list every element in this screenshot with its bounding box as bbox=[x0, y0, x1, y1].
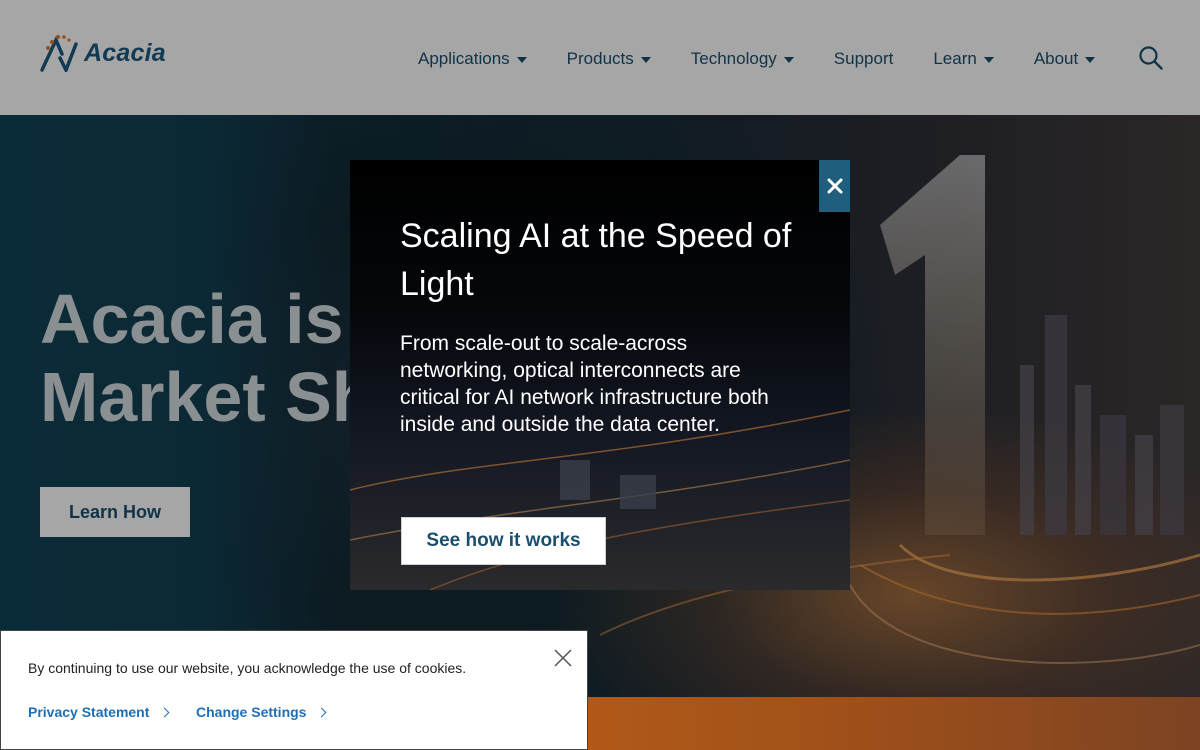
change-settings-link[interactable]: Change Settings bbox=[196, 704, 327, 720]
modal-title: Scaling AI at the Speed of Light bbox=[400, 217, 792, 303]
chevron-right-icon bbox=[159, 707, 170, 717]
modal-close-button[interactable] bbox=[819, 160, 850, 212]
close-icon bbox=[827, 178, 842, 194]
promo-modal: Scaling AI at the Speed of Light From sc… bbox=[350, 160, 850, 590]
cookie-message: By continuing to use our website, you ac… bbox=[28, 660, 467, 676]
privacy-statement-label: Privacy Statement bbox=[28, 704, 150, 720]
cookie-banner: By continuing to use our website, you ac… bbox=[0, 630, 588, 750]
close-icon bbox=[554, 649, 572, 667]
cookie-close-button[interactable] bbox=[553, 648, 573, 668]
privacy-statement-link[interactable]: Privacy Statement bbox=[28, 704, 170, 720]
see-how-it-works-button[interactable]: See how it works bbox=[401, 517, 606, 565]
chevron-right-icon bbox=[317, 707, 327, 717]
modal-body-text: From scale-out to scale-across networkin… bbox=[400, 332, 769, 436]
change-settings-label: Change Settings bbox=[196, 704, 307, 720]
